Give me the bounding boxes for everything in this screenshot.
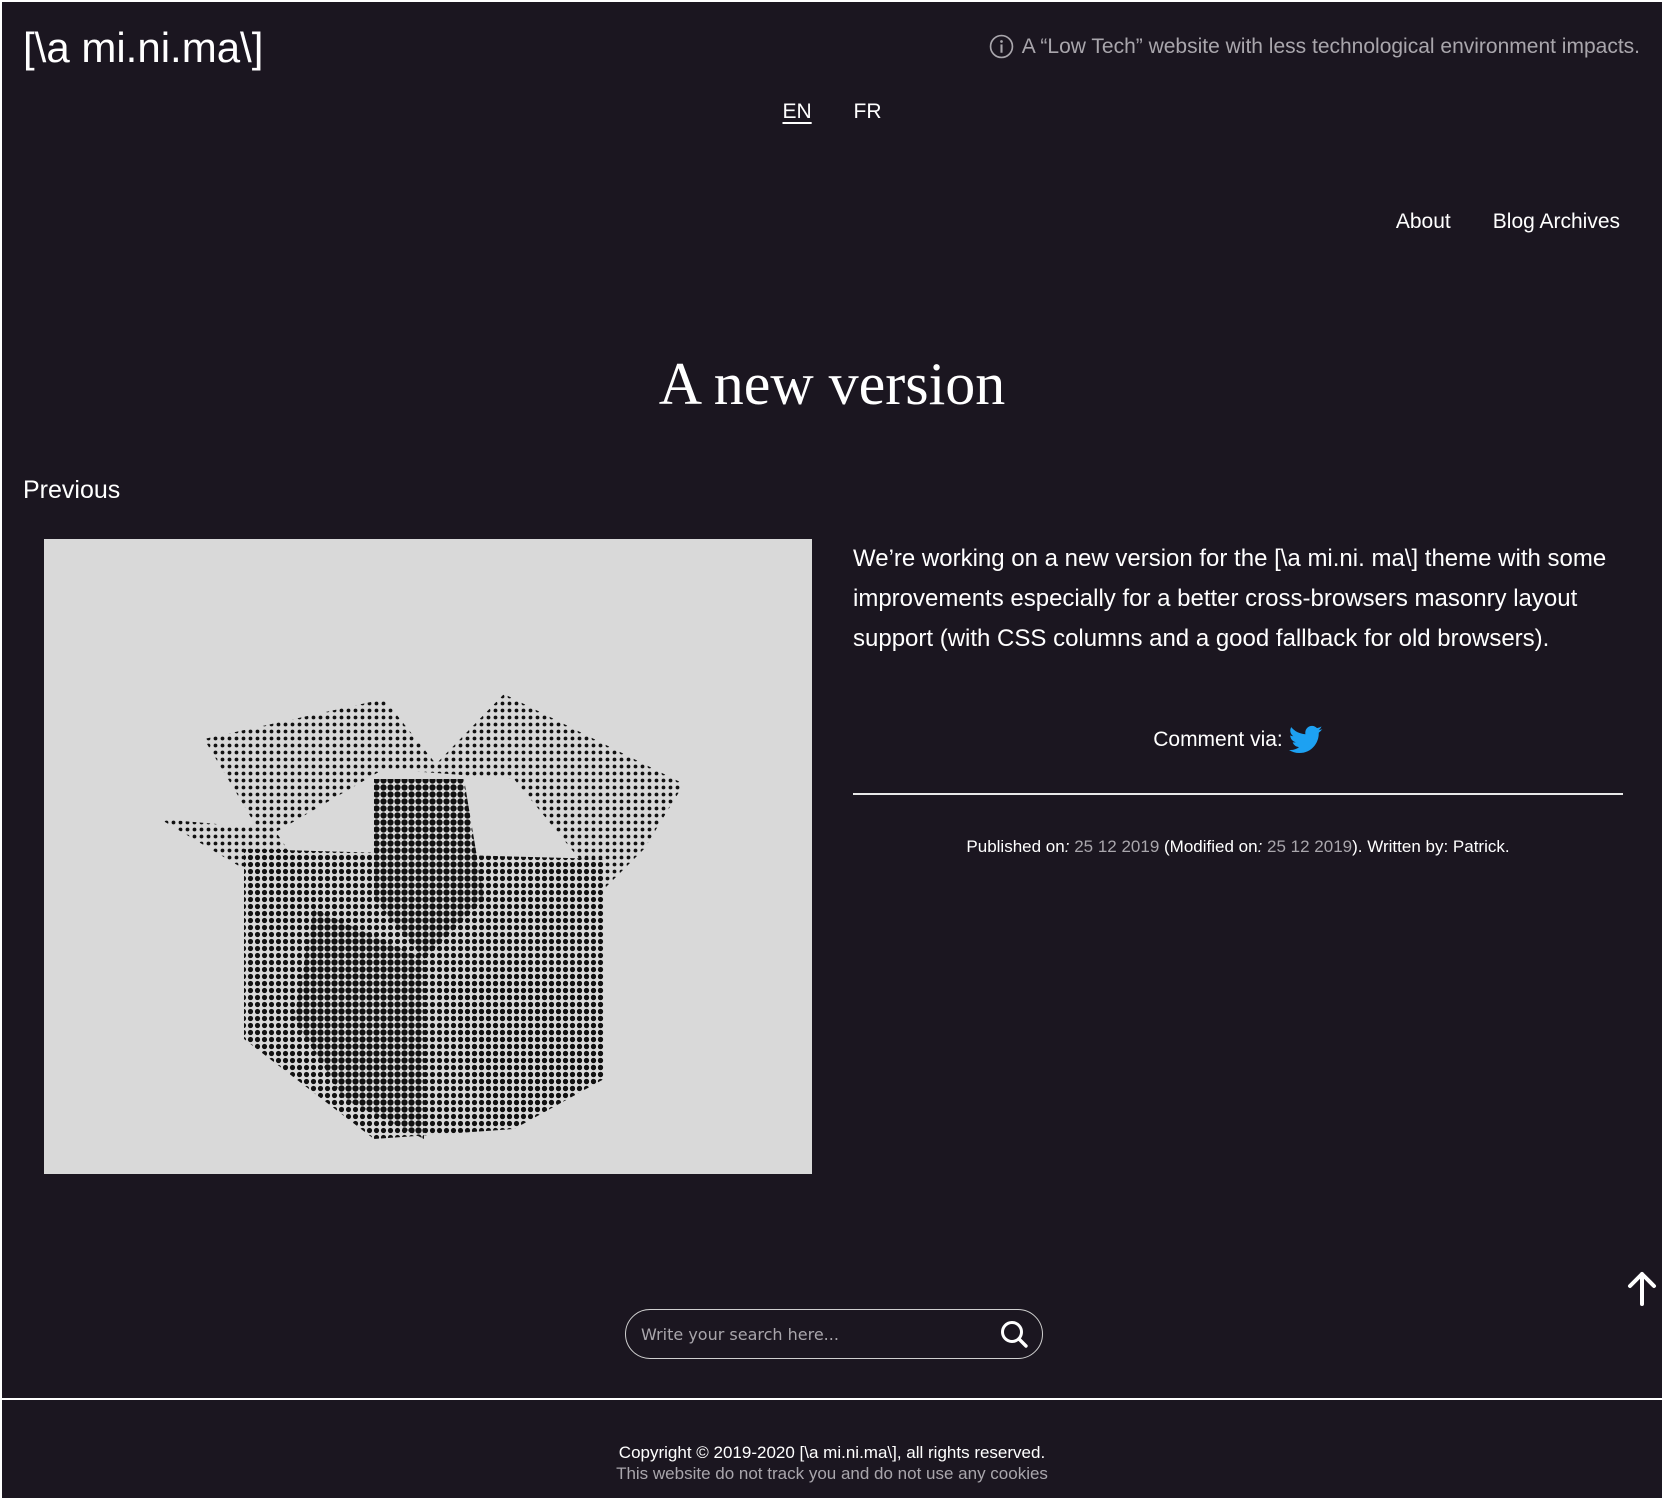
page: [\a mi.ni.ma\] A “Low Tech” website with… [2,2,1662,1498]
search-icon[interactable] [998,1318,1030,1350]
comment-label: Comment via: [1153,728,1283,751]
post-body: We’re working on a new version for the [… [853,545,1607,652]
lang-en-link[interactable]: EN [782,100,811,123]
footer-privacy-note: This website do not track you and do not… [616,1464,1048,1483]
tagline-text: A “Low Tech” website with less technolog… [1021,34,1640,58]
site-tagline: A “Low Tech” website with less technolog… [989,34,1640,59]
previous-post-link[interactable]: Previous [23,476,120,505]
modified-date: 25 12 2019 [1267,837,1353,856]
post-meta: Published on: 25 12 2019 (Modified on: 2… [966,837,1510,856]
main-nav: About Blog Archives [1396,210,1620,234]
search-input[interactable] [626,1311,998,1357]
post-title: A new version [658,351,1006,417]
dithered-box-illustration [160,694,684,1139]
search-bar [625,1309,1043,1359]
site-footer: Copyright © 2019-2020 [\a mi.ni.ma\], al… [2,1442,1662,1484]
post-content: We’re working on a new version for the [… [853,539,1623,857]
info-icon [989,34,1014,59]
written-by: ). Written by: Patrick. [1352,837,1510,856]
arrow-up-icon[interactable] [1622,1268,1662,1308]
content-divider [853,793,1623,795]
nav-about-link[interactable]: About [1396,210,1451,234]
published-label: Published on [966,837,1065,856]
post-image [44,539,812,1174]
language-switcher: EN FR [2,100,1662,124]
footer-copyright: Copyright © 2019-2020 [\a mi.ni.ma\], al… [618,1443,1046,1462]
published-date: 25 12 2019 [1074,837,1160,856]
twitter-icon[interactable] [1288,725,1323,755]
lang-fr-link[interactable]: FR [854,100,882,123]
nav-blog-archives-link[interactable]: Blog Archives [1493,210,1620,234]
site-logo[interactable]: [\a mi.ni.ma\] [23,22,263,74]
footer-divider [2,1398,1662,1400]
comment-via: Comment via: [853,725,1623,755]
modified-label: (Modified on [1164,837,1258,856]
